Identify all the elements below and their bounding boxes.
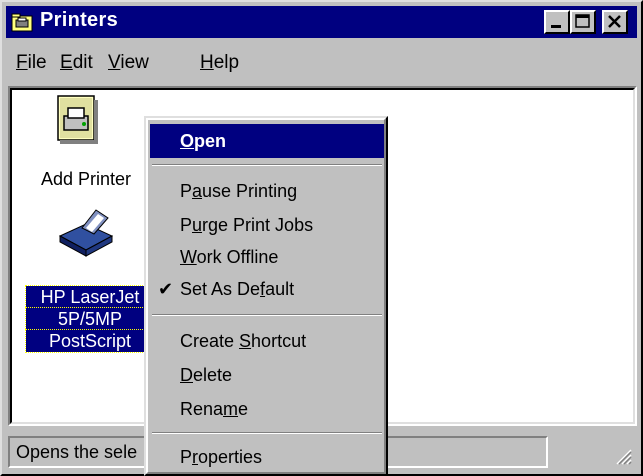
maximize-icon <box>575 14 590 28</box>
ctx-separator <box>152 314 382 316</box>
printer-label-line-3[interactable]: PostScript <box>25 329 155 353</box>
ctx-purge-print-jobs[interactable]: Purge Print Jobs <box>150 208 384 242</box>
menu-file[interactable]: File <box>16 52 47 74</box>
add-printer-icon[interactable] <box>52 94 108 146</box>
ctx-separator <box>152 164 382 166</box>
laser-printer-icon[interactable] <box>56 208 116 258</box>
ctx-delete[interactable]: Delete <box>150 358 384 392</box>
context-menu: Open Pause Printing Purge Print Jobs Wor… <box>144 116 388 476</box>
minimize-icon <box>551 25 561 28</box>
ctx-separator <box>152 432 382 434</box>
printers-folder-icon <box>11 13 33 32</box>
menu-view[interactable]: View <box>108 52 149 74</box>
printer-label-line-2[interactable]: 5P/5MP <box>25 307 155 331</box>
ctx-open[interactable]: Open <box>150 124 384 158</box>
printer-label-line-1[interactable]: HP LaserJet <box>25 285 155 309</box>
maximize-button[interactable] <box>570 10 596 34</box>
close-button[interactable] <box>602 10 628 34</box>
menu-bar: File Edit View Help <box>6 42 637 80</box>
minimize-button[interactable] <box>544 10 570 34</box>
close-icon <box>608 15 621 28</box>
add-printer-label[interactable]: Add Printer <box>26 168 146 190</box>
menu-help[interactable]: Help <box>200 52 239 74</box>
title-bar[interactable]: Printers <box>6 6 637 38</box>
checkmark-icon: ✔ <box>158 279 174 299</box>
ctx-pause-printing[interactable]: Pause Printing <box>150 174 384 208</box>
ctx-create-shortcut[interactable]: Create Shortcut <box>150 324 384 358</box>
window-title: Printers <box>40 9 118 31</box>
ctx-rename[interactable]: Rename <box>150 392 384 426</box>
menu-edit[interactable]: Edit <box>60 52 93 74</box>
ctx-properties[interactable]: Properties <box>150 440 384 474</box>
resize-grip-icon[interactable] <box>613 446 633 466</box>
ctx-work-offline[interactable]: Work Offline <box>150 240 384 274</box>
ctx-set-as-default[interactable]: ✔ Set As Default <box>150 272 384 306</box>
